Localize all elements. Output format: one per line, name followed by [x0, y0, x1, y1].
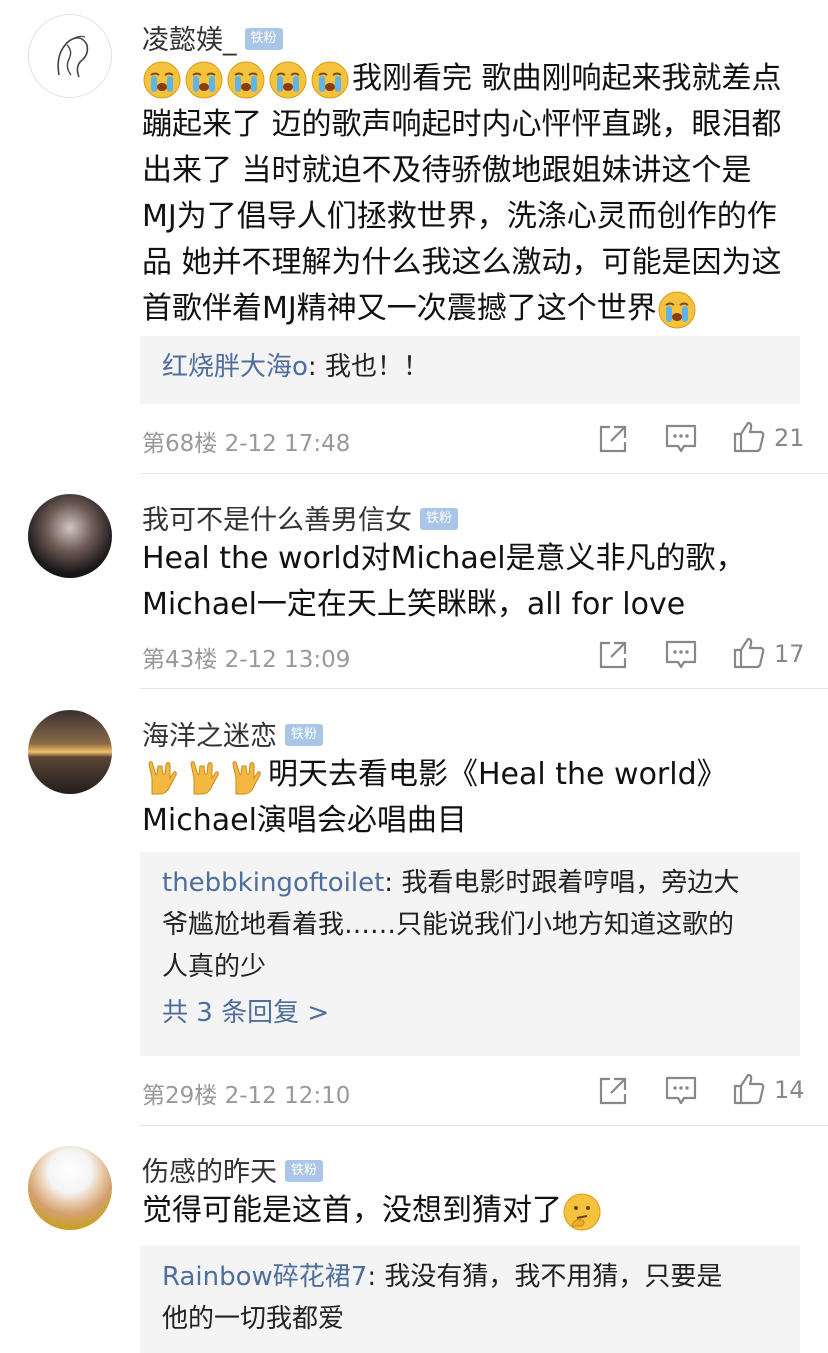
avatar[interactable]: [28, 14, 112, 98]
reply-username[interactable]: thebbkingoftoilet: [162, 868, 384, 898]
floor-number: 第43楼: [142, 647, 218, 673]
username-text[interactable]: 海洋之迷恋: [142, 721, 277, 752]
comment-line: 首歌伴着MJ精神又一次震撼了这个世界: [142, 286, 802, 332]
reply-box[interactable]: 红烧胖大海o: 我也！！: [140, 336, 800, 404]
comment-text: 明天去看电影《Heal the world》: [268, 757, 727, 792]
timestamp: 2-12 12:10: [224, 1083, 351, 1109]
username[interactable]: 海洋之迷恋 铁粉: [142, 714, 324, 753]
crying-emoji-icon: [310, 60, 350, 100]
username[interactable]: 伤感的昨天 铁粉: [142, 1150, 324, 1189]
reply-text: : 我看电影时跟着哼唱，旁边大: [384, 868, 740, 898]
divider: [140, 688, 828, 689]
reply-line: thebbkingoftoilet: 我看电影时跟着哼唱，旁边大: [162, 862, 778, 904]
comment-line: MJ为了倡导人们拯救世界，洗涤心灵而创作的作: [142, 199, 777, 234]
comment-line: 觉得可能是这首，没想到猜对了: [142, 1188, 802, 1234]
rock-hand-emoji-icon: [184, 756, 224, 796]
like-count: 14: [774, 1076, 805, 1104]
reply-text: : 我没有猜，我不用猜，只要是: [367, 1262, 723, 1292]
reply-text: : 我也！！: [307, 352, 429, 382]
comment-line: 我刚看完 歌曲刚响起来我就差点: [142, 56, 802, 102]
thumbs-up-icon[interactable]: [732, 420, 766, 454]
avatar[interactable]: [28, 1146, 112, 1230]
avatar[interactable]: [28, 710, 112, 794]
avatar[interactable]: [28, 494, 112, 578]
username[interactable]: 凌懿媄_ 铁粉: [142, 18, 283, 57]
divider: [140, 1125, 828, 1126]
reply-username[interactable]: Rainbow碎花裙7: [162, 1262, 367, 1292]
username-text[interactable]: 凌懿媄_: [142, 25, 237, 56]
comment-line: Michael一定在天上笑眯眯，all for love: [142, 587, 686, 622]
username-text[interactable]: 我可不是什么善男信女: [142, 505, 412, 536]
reply-icon[interactable]: [664, 1074, 698, 1108]
fan-badge: 铁粉: [244, 27, 283, 50]
comment-line: Michael演唱会必唱曲目: [142, 803, 467, 838]
reply-icon[interactable]: [664, 638, 698, 672]
share-icon[interactable]: [596, 638, 630, 672]
thumbs-up-icon[interactable]: [732, 1072, 766, 1106]
comment-meta: 第43楼 2-12 13:09: [142, 640, 350, 674]
username-text[interactable]: 伤感的昨天: [142, 1157, 277, 1188]
reply-line: 爷尴尬地看着我……只能说我们小地方知道这歌的: [162, 910, 735, 940]
floor-number: 第29楼: [142, 1083, 218, 1109]
username[interactable]: 我可不是什么善男信女 铁粉: [142, 498, 459, 537]
comment-line: Heal the world对Michael是意义非凡的歌，: [142, 541, 746, 576]
comment-text: 首歌伴着MJ精神又一次震撼了这个世界: [142, 291, 657, 326]
timestamp: 2-12 17:48: [224, 431, 351, 457]
comment-line: 品 她并不理解为什么我这么激动，可能是因为这: [142, 245, 782, 280]
reply-box[interactable]: Rainbow碎花裙7: 我没有猜，我不用猜，只要是 他的一切我都爱: [140, 1246, 800, 1353]
reply-line: Rainbow碎花裙7: 我没有猜，我不用猜，只要是: [162, 1256, 778, 1298]
fan-badge: 铁粉: [285, 1159, 324, 1182]
comment-body: 我刚看完 歌曲刚响起来我就差点 蹦起来了 迈的歌声响起时内心怦怦直跳，眼泪都 出…: [142, 56, 802, 332]
crying-emoji-icon: [226, 60, 266, 100]
divider: [140, 473, 828, 474]
reply-box[interactable]: thebbkingoftoilet: 我看电影时跟着哼唱，旁边大 爷尴尬地看着我…: [140, 852, 800, 1056]
comment-text: 我刚看完 歌曲刚响起来我就差点: [352, 61, 782, 96]
like-count: 17: [774, 640, 805, 668]
comment-text: 觉得可能是这首，没想到猜对了: [142, 1193, 562, 1228]
sketch-avatar-icon: [57, 35, 89, 78]
crying-emoji-icon: [657, 290, 697, 330]
comment-meta: 第68楼 2-12 17:48: [142, 424, 350, 458]
crying-emoji-icon: [268, 60, 308, 100]
reply-username[interactable]: 红烧胖大海o: [162, 352, 308, 382]
comment-line: 蹦起来了 迈的歌声响起时内心怦怦直跳，眼泪都: [142, 107, 782, 142]
fan-badge: 铁粉: [285, 723, 324, 746]
timestamp: 2-12 13:09: [224, 647, 351, 673]
reply-icon[interactable]: [664, 422, 698, 456]
share-icon[interactable]: [596, 1074, 630, 1108]
comment-meta: 第29楼 2-12 12:10: [142, 1076, 350, 1110]
rock-hand-emoji-icon: [226, 756, 266, 796]
floor-number: 第68楼: [142, 431, 218, 457]
more-replies-link[interactable]: 共 3 条回复 >: [162, 992, 778, 1034]
like-count: 21: [774, 424, 805, 452]
rock-hand-emoji-icon: [142, 756, 182, 796]
fan-badge: 铁粉: [420, 507, 459, 530]
comment-line: 出来了 当时就迫不及待骄傲地跟姐妹讲这个是: [142, 153, 752, 188]
comment-line: 明天去看电影《Heal the world》: [142, 752, 802, 798]
comment-body: Heal the world对Michael是意义非凡的歌， Michael一定…: [142, 536, 802, 628]
thinking-emoji-icon: [562, 1192, 602, 1232]
crying-emoji-icon: [184, 60, 224, 100]
comment-body: 明天去看电影《Heal the world》 Michael演唱会必唱曲目: [142, 752, 802, 844]
reply-line: 人真的少: [162, 952, 267, 982]
share-icon[interactable]: [596, 422, 630, 456]
comment-body: 觉得可能是这首，没想到猜对了: [142, 1188, 802, 1234]
thumbs-up-icon[interactable]: [732, 636, 766, 670]
reply-line: 他的一切我都爱: [162, 1304, 345, 1334]
crying-emoji-icon: [142, 60, 182, 100]
